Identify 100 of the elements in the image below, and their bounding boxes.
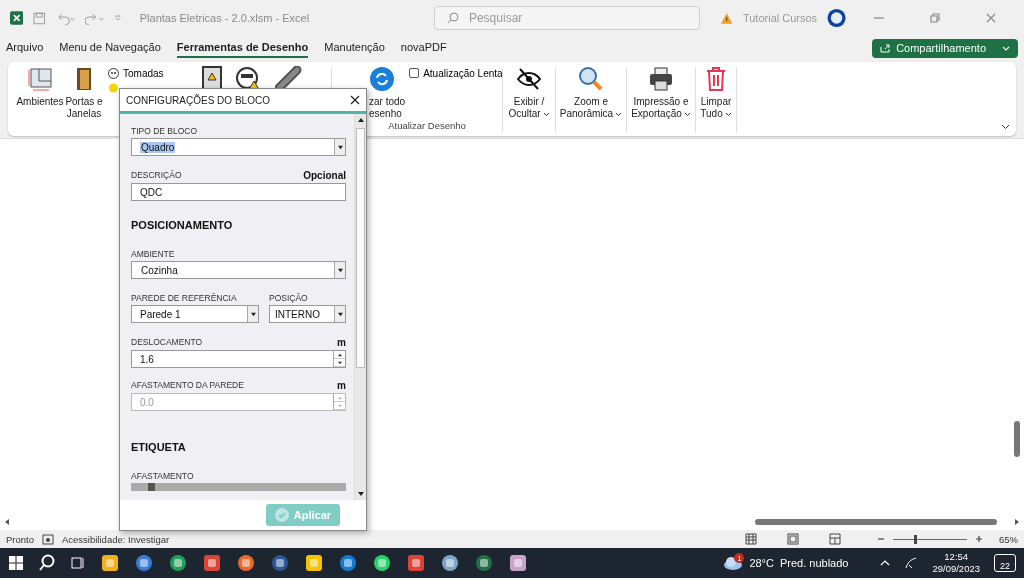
ribbon-label: esenho — [369, 108, 402, 120]
menu-tab[interactable]: Manutenção — [324, 38, 385, 58]
chevron-icon — [1002, 44, 1010, 52]
text-field[interactable]: QDC — [131, 183, 346, 201]
scroll-right-icon[interactable] — [1014, 519, 1020, 525]
unit-label: m — [337, 337, 346, 348]
field-label: PAREDE DE REFERÊNCIA — [131, 293, 237, 303]
refresh-icon — [369, 66, 395, 92]
app-icon[interactable] — [373, 554, 391, 572]
slider-thumb[interactable] — [148, 483, 156, 491]
section-heading: POSICIONAMENTO — [131, 219, 234, 231]
ribbon-label: Limpar — [700, 96, 732, 108]
share-button[interactable]: Compartilhamento — [872, 38, 1018, 58]
chevron-icon — [683, 112, 691, 117]
avatar-icon[interactable] — [827, 8, 847, 28]
weather-condition: Pred. nublado — [779, 557, 849, 569]
task-view-icon[interactable] — [70, 555, 86, 571]
spin-down-icon[interactable] — [337, 360, 342, 365]
app-icon[interactable] — [475, 554, 493, 572]
door-icon — [74, 66, 94, 92]
ribbon-label: zar todo — [369, 96, 406, 108]
menu-tab[interactable]: novaPDF — [400, 38, 447, 58]
normal-view-icon[interactable] — [745, 533, 757, 545]
zoom-in-icon[interactable] — [975, 535, 983, 543]
chevron-icon — [542, 112, 550, 117]
checkbox-label: Atualização Lenta — [423, 68, 503, 79]
menu-tab[interactable]: Menu de Navegação — [59, 38, 161, 58]
ribbon-label: Exibir / — [513, 96, 545, 108]
page-layout-icon[interactable] — [787, 533, 799, 545]
temperature: 28°C — [749, 557, 774, 569]
ribbon-label: Zoom e — [574, 96, 608, 108]
scroll-up-icon[interactable] — [358, 117, 364, 123]
page-break-icon[interactable] — [829, 533, 841, 545]
dropdown[interactable]: Quadro — [131, 138, 346, 156]
scroll-down-icon[interactable] — [358, 491, 364, 497]
hidden-eye-icon — [516, 66, 542, 92]
check-icon — [274, 508, 289, 522]
tray-chevron-icon[interactable] — [880, 558, 891, 568]
chevron-icon — [724, 112, 732, 117]
app-icon[interactable] — [509, 554, 527, 572]
outlet-icon — [108, 68, 119, 79]
search-icon[interactable] — [38, 554, 56, 572]
bulb-icon — [108, 83, 119, 94]
ribbon-label: Panorâmica — [559, 108, 623, 120]
dropdown[interactable]: Cozinha — [131, 261, 346, 279]
field-label: AFASTAMENTO — [131, 471, 194, 481]
menu-tab[interactable]: Ferramentas de Desenho — [176, 38, 309, 58]
app-icon[interactable] — [169, 554, 187, 572]
caret-icon — [337, 311, 343, 317]
start-icon[interactable] — [8, 555, 24, 571]
ribbon-label: Janelas — [66, 108, 102, 120]
app-icon[interactable] — [305, 554, 323, 572]
field-label: DESCRIÇÃO — [131, 170, 182, 181]
scroll-left-icon[interactable] — [4, 519, 10, 525]
app-icon[interactable] — [271, 554, 289, 572]
app-icon[interactable] — [101, 554, 119, 572]
optional-note: Opcional — [303, 170, 346, 181]
dropdown[interactable]: INTERNO — [269, 305, 346, 323]
field-label: AFASTAMENTO DA PAREDE — [131, 380, 244, 391]
field-label: TIPO DE BLOCO — [131, 126, 198, 136]
ribbon-label: Impressão e — [633, 96, 689, 108]
trash-icon — [704, 66, 728, 92]
user-name: Tutorial Cursos — [742, 12, 818, 24]
spin-up-icon[interactable] — [337, 352, 342, 357]
app-icon[interactable] — [203, 554, 221, 572]
excel-logo-icon — [10, 11, 24, 25]
ribbon-label: Tudo — [700, 108, 732, 120]
group-label: Atualizar Desenho — [387, 120, 467, 133]
clock-time[interactable]: 12:54 — [944, 551, 969, 563]
clock-date[interactable]: 29/09/2023 — [932, 563, 980, 575]
tomadas-button[interactable]: Tomadas — [123, 68, 164, 79]
dropdown-value: Cozinha — [140, 264, 179, 276]
menu-tab[interactable]: Arquivo — [6, 38, 44, 58]
ribbon-label: Portas e — [65, 96, 103, 108]
close-icon[interactable] — [350, 95, 360, 105]
caret-icon — [337, 267, 343, 273]
app-icon[interactable] — [237, 554, 255, 572]
notification-count[interactable]: 22 — [994, 554, 1016, 572]
share-icon — [880, 43, 892, 53]
app-icon[interactable] — [339, 554, 357, 572]
app-icon[interactable] — [135, 554, 153, 572]
app-icon[interactable] — [407, 554, 425, 572]
ribbon-label: Ocultar — [508, 108, 550, 120]
dropdown[interactable]: Parede 1 — [131, 305, 259, 323]
number-field[interactable]: 1.6 — [131, 350, 346, 368]
field-label: AMBIENTE — [131, 249, 175, 259]
app-icon[interactable] — [441, 554, 459, 572]
printer-icon — [648, 66, 674, 92]
caret-icon — [250, 311, 256, 317]
accessibility-status[interactable]: Acessibilidade: Investigar — [62, 533, 170, 545]
zoom-thumb[interactable] — [913, 534, 917, 544]
status-text: Pronto — [6, 533, 34, 545]
pen-icon[interactable] — [904, 556, 919, 570]
macro-icon — [42, 533, 54, 545]
zoom-level: 65% — [999, 533, 1018, 545]
chevron-icon — [615, 112, 623, 117]
floor-plan-icon — [27, 66, 53, 92]
zoom-out-icon[interactable] — [877, 535, 885, 543]
checkbox[interactable] — [409, 68, 420, 78]
window-title: Plantas Eletricas - 2.0.xlsm - Excel — [139, 12, 311, 24]
